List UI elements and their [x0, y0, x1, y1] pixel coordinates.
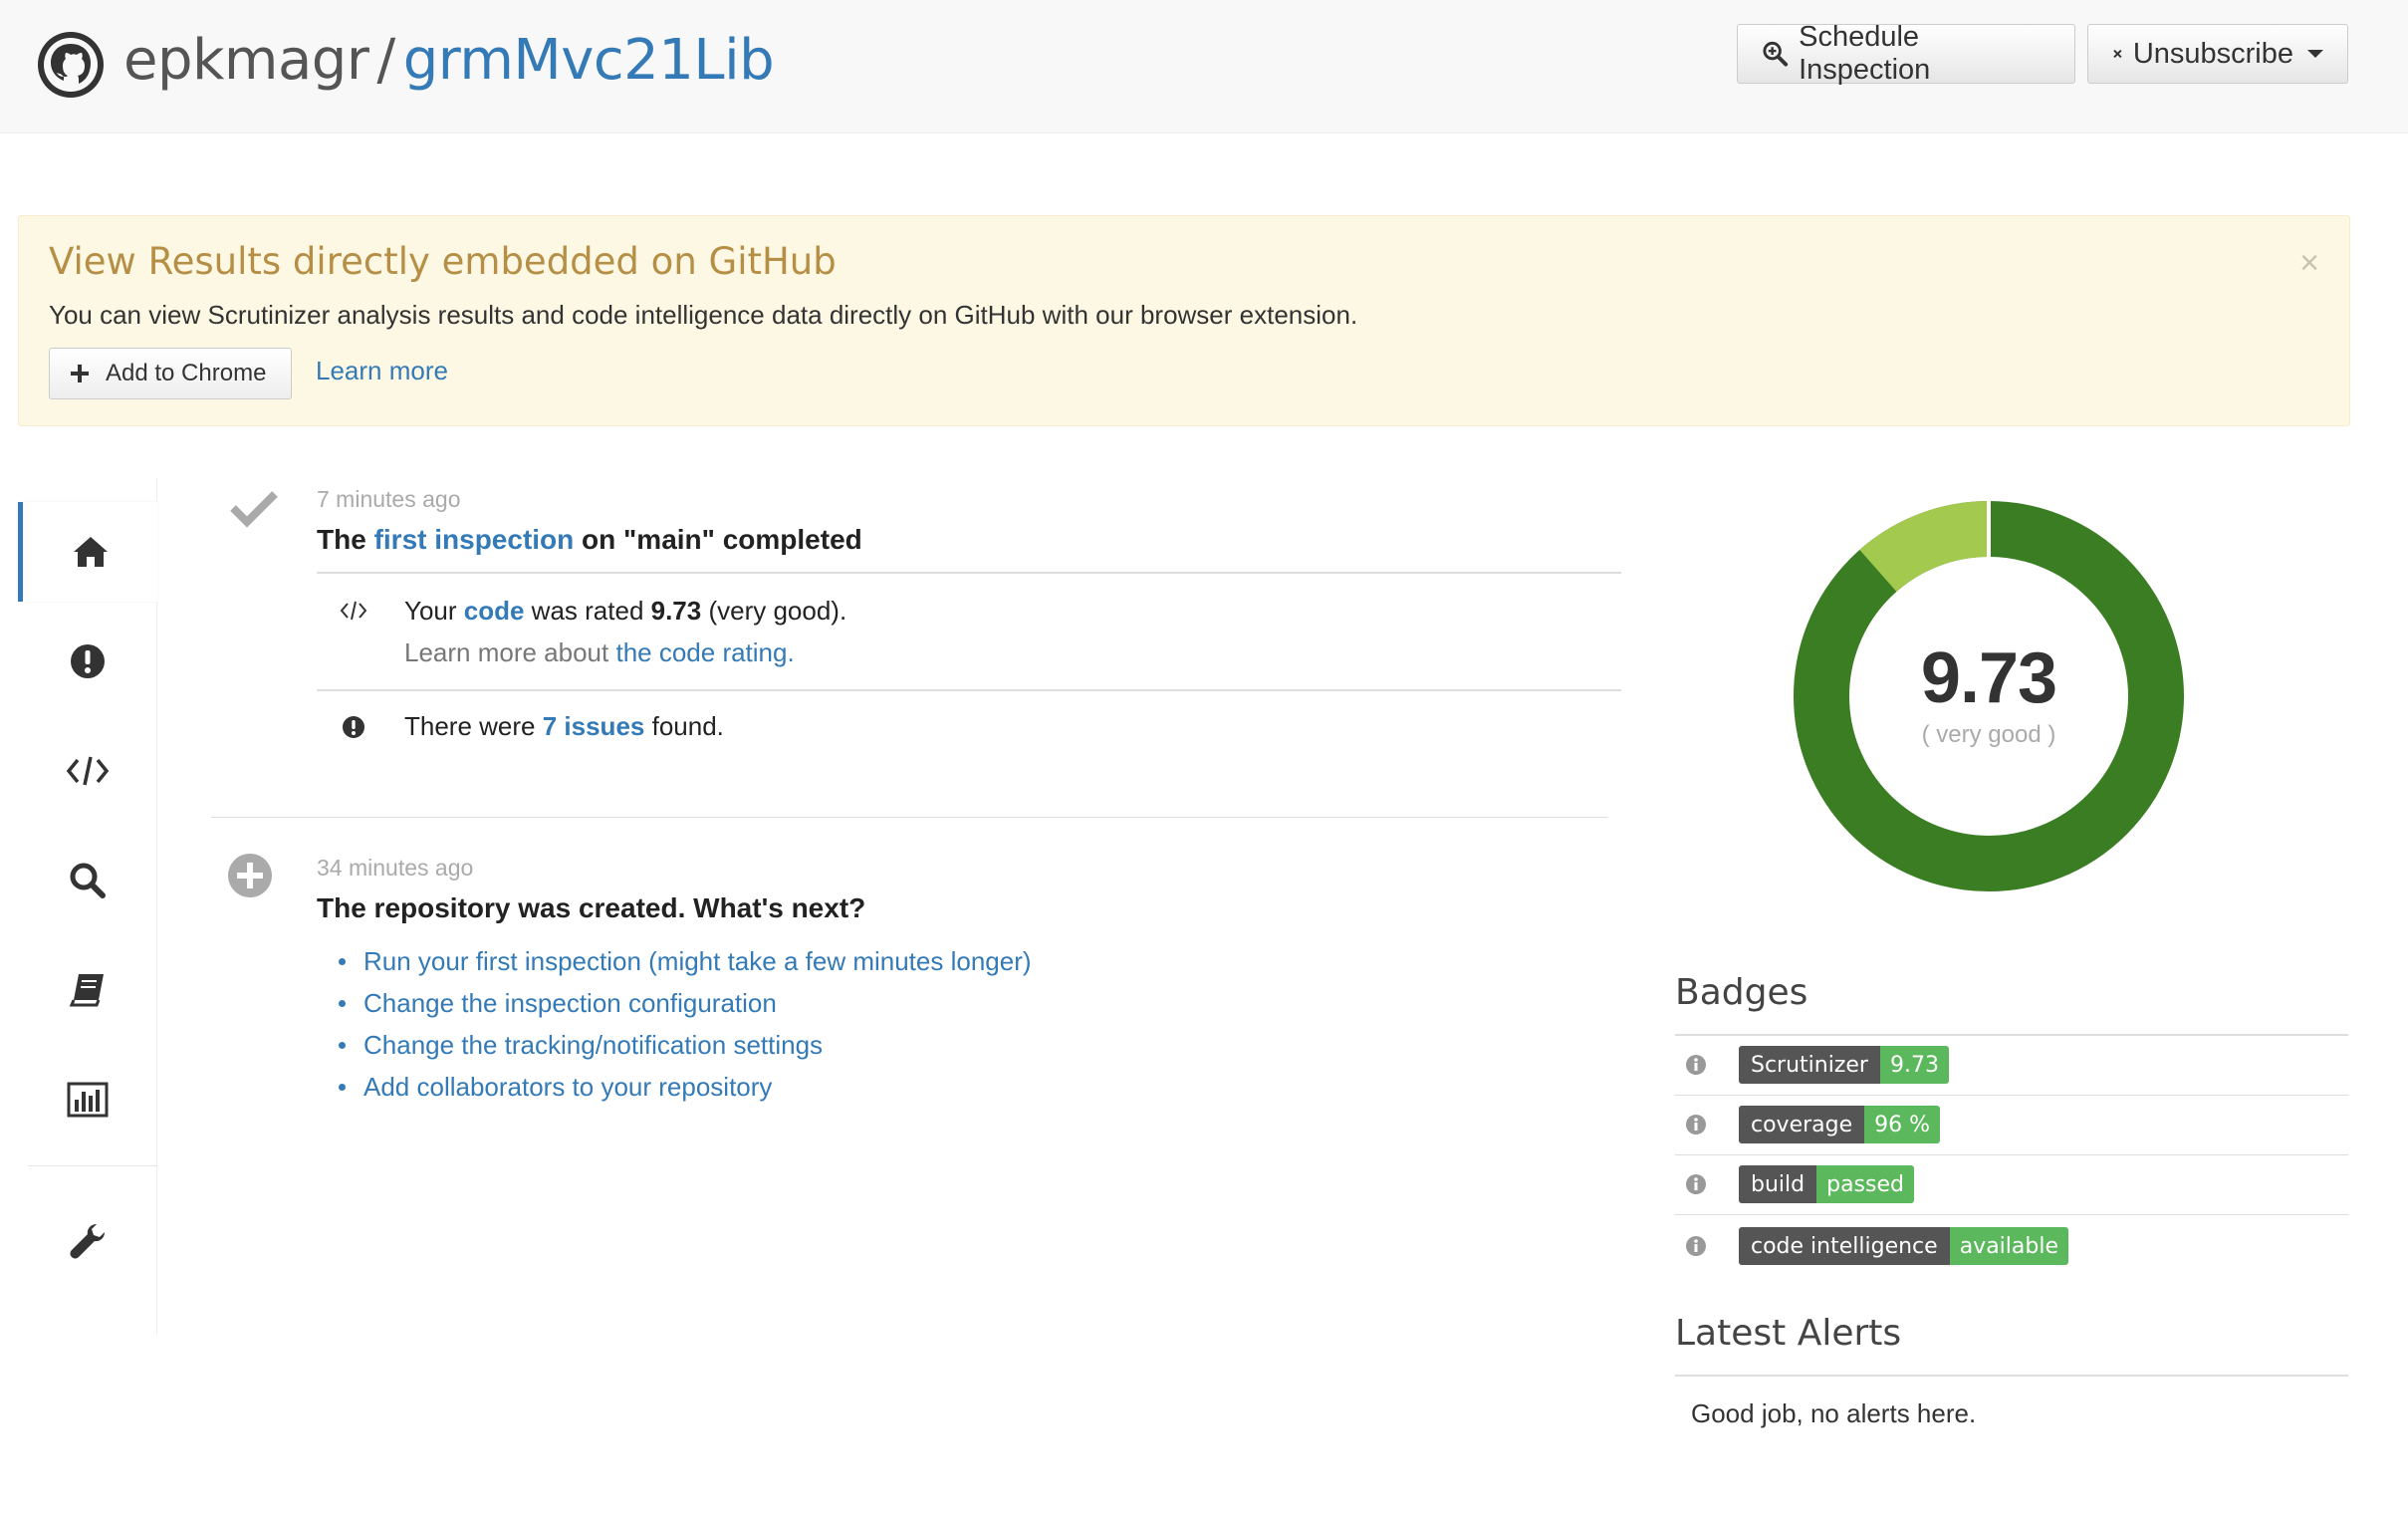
close-icon[interactable]: ×	[2299, 244, 2319, 283]
sidebar-item-settings[interactable]	[18, 1191, 157, 1291]
sidebar-item-code[interactable]	[18, 721, 157, 821]
alert-text: You can view Scrutinizer analysis result…	[49, 300, 1358, 330]
badge-row-coverage: coverage 96 %	[1675, 1096, 2348, 1155]
search-plus-icon	[1763, 41, 1789, 67]
exclamation-circle-icon	[71, 644, 105, 678]
schedule-inspection-label: Schedule Inspection	[1799, 21, 1931, 86]
code-icon	[340, 601, 367, 621]
learn-more-link[interactable]: Learn more	[316, 356, 448, 386]
page-title: epkmagr / grmMvc21Lib	[123, 26, 775, 96]
add-to-chrome-label: Add to Chrome	[106, 360, 267, 386]
top-bar: epkmagr / grmMvc21Lib Schedule Inspection …	[0, 0, 2408, 133]
code-rating-help: Learn more about the code rating.	[404, 637, 795, 668]
title-separator: /	[376, 28, 395, 93]
sidebar-item-search[interactable]	[18, 831, 157, 930]
add-to-chrome-button[interactable]: Add to Chrome	[49, 348, 292, 399]
alert-title: View Results directly embedded on GitHub	[49, 240, 837, 283]
badge-label: Scrutinizer	[1739, 1046, 1880, 1084]
divider	[317, 689, 1621, 691]
rating-text: was rated	[524, 596, 651, 626]
sidebar-item-documentation[interactable]	[18, 940, 157, 1040]
caret-down-icon	[2307, 50, 2323, 58]
search-icon	[70, 863, 106, 898]
plus-circle-icon	[228, 854, 272, 897]
rating-text: (very good).	[701, 596, 847, 626]
exclamation-circle-icon	[343, 716, 364, 738]
info-icon[interactable]	[1685, 1054, 1707, 1076]
check-icon	[230, 491, 278, 528]
no-alerts-text: Good job, no alerts here.	[1691, 1398, 1977, 1428]
issues-text-part: found.	[644, 711, 724, 741]
badge-row-scrutinizer: Scrutinizer 9.73	[1675, 1036, 2348, 1096]
build-badge[interactable]: build passed	[1739, 1165, 1914, 1203]
sidebar-item-issues[interactable]	[18, 612, 157, 711]
sidebar-nav	[18, 478, 157, 1335]
code-rating-text: Your code was rated 9.73 (very good).	[404, 596, 846, 627]
info-icon[interactable]	[1685, 1114, 1707, 1136]
badge-label: build	[1739, 1165, 1817, 1203]
code-link[interactable]: code	[464, 596, 525, 626]
event-title: The repository was created. What's next?	[317, 892, 866, 923]
next-step-inspection-config[interactable]: Change the inspection configuration	[339, 982, 1032, 1024]
code-intelligence-badge[interactable]: code intelligence available	[1739, 1227, 2068, 1265]
badge-row-build: build passed	[1675, 1155, 2348, 1215]
issues-text-part: There were	[404, 711, 543, 741]
github-icon[interactable]	[36, 30, 106, 100]
score-label: ( very good )	[1921, 721, 2056, 748]
rating-text: Your	[404, 596, 464, 626]
scrutinizer-badge[interactable]: Scrutinizer 9.73	[1739, 1046, 1949, 1084]
wrench-icon	[70, 1224, 105, 1259]
rating-help-text: Learn more about	[404, 637, 616, 667]
score-value: 9.73	[1920, 638, 2057, 718]
book-icon	[69, 974, 104, 1007]
first-inspection-link[interactable]: first inspection	[374, 524, 575, 555]
issues-text: There were 7 issues found.	[404, 711, 724, 742]
event-separator	[211, 817, 1607, 818]
repo-name[interactable]: grmMvc21Lib	[403, 28, 775, 93]
latest-alerts-heading: Latest Alerts	[1675, 1313, 1902, 1354]
rating-value: 9.73	[650, 596, 702, 626]
info-icon[interactable]	[1685, 1235, 1707, 1257]
event-title-text: The	[317, 524, 374, 555]
divider	[1675, 1375, 2348, 1377]
badge-value: 96 %	[1864, 1106, 1941, 1143]
next-step-add-collaborators[interactable]: Add collaborators to your repository	[339, 1066, 1032, 1108]
event-title-text: on "main" completed	[574, 524, 862, 555]
times-icon	[2113, 49, 2122, 59]
next-steps-list: Run your first inspection (might take a …	[339, 940, 1032, 1108]
divider	[317, 572, 1621, 574]
badge-label: coverage	[1739, 1106, 1865, 1143]
plus-icon	[71, 365, 89, 382]
issues-link[interactable]: 7 issues	[543, 711, 645, 741]
badge-value: 9.73	[1879, 1046, 1949, 1084]
badge-value: passed	[1816, 1165, 1914, 1203]
code-rating-link[interactable]: the code rating.	[615, 637, 794, 667]
repo-owner[interactable]: epkmagr	[123, 28, 369, 93]
next-step-notification-settings[interactable]: Change the tracking/notification setting…	[339, 1024, 1032, 1066]
code-icon	[66, 756, 110, 786]
badge-label: code intelligence	[1739, 1227, 1950, 1265]
badges-heading: Badges	[1675, 972, 1808, 1013]
badge-row-code-intelligence: code intelligence available	[1675, 1217, 2348, 1277]
browser-extension-alert: View Results directly embedded on GitHub…	[18, 215, 2350, 426]
sidebar-item-statistics[interactable]	[18, 1050, 157, 1149]
home-icon	[73, 537, 108, 567]
schedule-inspection-button[interactable]: Schedule Inspection	[1737, 21, 2075, 86]
sidebar-item-home[interactable]	[18, 502, 157, 602]
unsubscribe-button[interactable]: Unsubscribe	[2087, 24, 2348, 84]
next-step-run-inspection[interactable]: Run your first inspection (might take a …	[339, 940, 1032, 982]
badge-value: available	[1949, 1227, 2068, 1265]
bar-chart-icon	[67, 1082, 109, 1118]
coverage-badge[interactable]: coverage 96 %	[1739, 1106, 1941, 1143]
sidebar-divider	[28, 1165, 157, 1166]
event-timestamp: 7 minutes ago	[317, 486, 461, 512]
event-timestamp: 34 minutes ago	[317, 855, 474, 881]
info-icon[interactable]	[1685, 1173, 1707, 1195]
unsubscribe-label: Unsubscribe	[2132, 37, 2293, 70]
event-title: The first inspection on "main" completed	[317, 524, 862, 556]
